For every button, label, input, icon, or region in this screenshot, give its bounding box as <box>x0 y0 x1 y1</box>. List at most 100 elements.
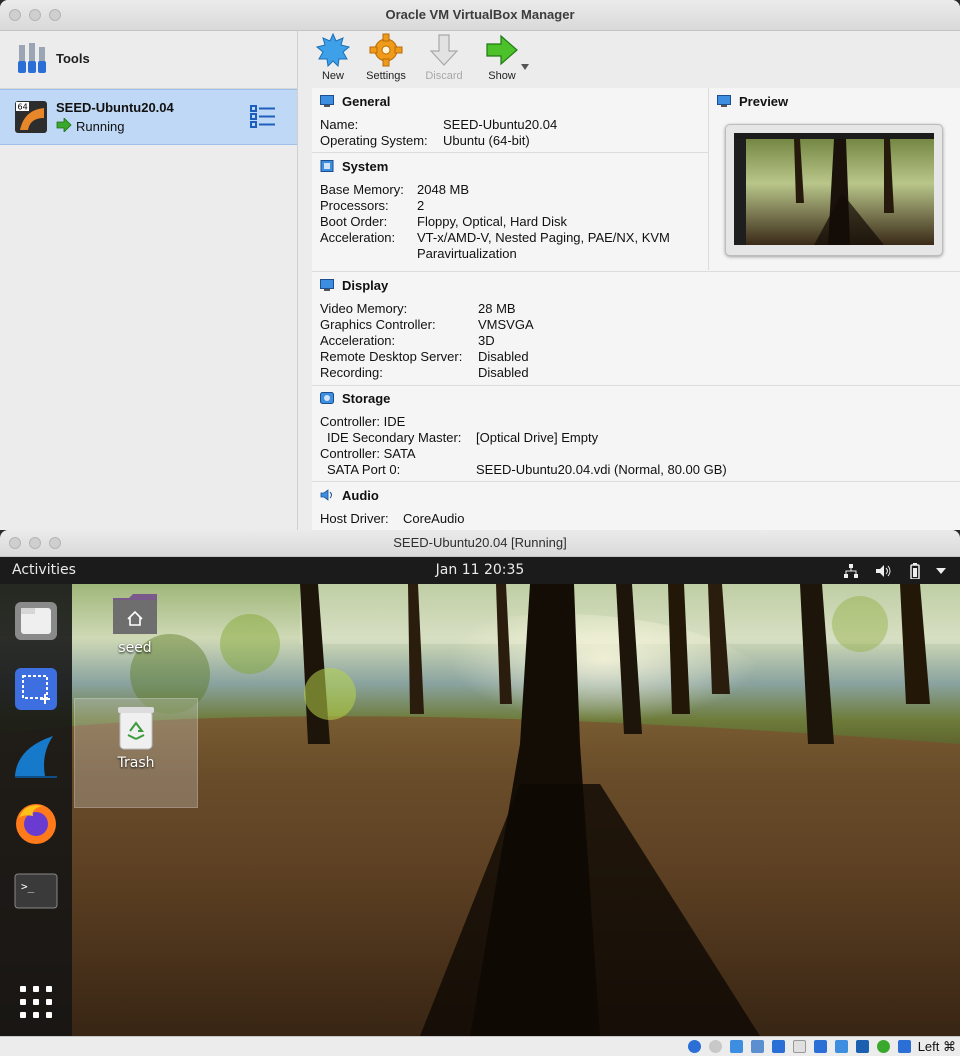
keyboard-capture-status-icon[interactable] <box>898 1040 911 1053</box>
general-os-value: Ubuntu (64-bit) <box>443 133 530 148</box>
audio-status-icon[interactable] <box>730 1040 743 1053</box>
storage-sata-port-value: SEED-Ubuntu20.04.vdi (Normal, 80.00 GB) <box>476 462 727 477</box>
display-rds-label: Remote Desktop Server: <box>320 349 463 364</box>
show-label: Show <box>488 70 516 82</box>
home-folder-icon <box>113 594 157 634</box>
display-header[interactable]: Display <box>320 278 388 293</box>
preview-thumbnail-image <box>734 133 934 245</box>
audio-header[interactable]: Audio <box>320 488 379 503</box>
terminal-app-icon[interactable]: >_ <box>13 868 59 914</box>
show-dropdown-icon[interactable] <box>521 63 529 71</box>
display-title: Display <box>342 278 389 293</box>
discard-button[interactable]: Discard <box>416 33 472 82</box>
machine-menu-icon[interactable] <box>250 104 276 130</box>
running-arrow-icon <box>56 118 72 132</box>
vm-list-item[interactable]: 64 SEED-Ubuntu20.04 Running <box>0 89 297 145</box>
system-header[interactable]: System <box>320 159 388 174</box>
recording-status-icon[interactable] <box>835 1040 848 1053</box>
display-status-icon[interactable] <box>814 1040 827 1053</box>
display-accel-label: Acceleration: <box>320 333 396 348</box>
general-os-label: Operating System: <box>320 133 428 148</box>
show-arrow-icon <box>486 34 518 66</box>
display-icon <box>320 279 334 291</box>
general-header[interactable]: General <box>320 94 390 109</box>
desktop-trash[interactable]: Trash <box>74 698 198 808</box>
machine-list-pane: Tools 64 SEED-Ubuntu20.04 Running <box>0 31 298 530</box>
storage-ide-port-label: IDE Secondary Master: <box>327 430 462 445</box>
storage-section: Storage Controller: IDE IDE Secondary Ma… <box>312 385 960 482</box>
show-button[interactable]: Show <box>474 33 530 82</box>
display-section: Display Video Memory: 28 MB Graphics Con… <box>312 271 960 386</box>
preview-header[interactable]: Preview <box>717 94 788 109</box>
manager-titlebar[interactable]: Oracle VM VirtualBox Manager <box>0 0 960 31</box>
new-button[interactable]: New <box>305 33 361 82</box>
storage-ide-port-value: [Optical Drive] Empty <box>476 430 599 445</box>
show-applications-icon[interactable] <box>13 980 59 1026</box>
settings-button[interactable]: Settings <box>358 33 414 82</box>
svg-text:>_: >_ <box>21 880 35 893</box>
display-recording-label: Recording: <box>320 365 383 380</box>
files-app-icon[interactable] <box>13 598 59 644</box>
preview-frame <box>725 124 943 256</box>
clock[interactable]: Jan 11 20:35 <box>0 562 960 578</box>
gear-icon <box>369 33 403 67</box>
audio-section: Audio Host Driver: CoreAudio <box>312 482 960 530</box>
storage-title: Storage <box>342 391 391 406</box>
details-panel: General Name: SEED-Ubuntu20.04 Operating… <box>312 88 960 530</box>
home-folder-label: seed <box>118 640 152 656</box>
ubuntu-dock: >_ <box>0 584 72 1036</box>
storage-header[interactable]: Storage <box>320 391 390 406</box>
system-tray[interactable] <box>843 563 946 580</box>
guest-desktop[interactable]: >_ seed Trash <box>0 584 960 1036</box>
display-controller-label: Graphics Controller: <box>320 317 436 332</box>
storage-controller-sata: Controller: SATA <box>320 446 416 461</box>
system-section: System Base Memory: 2048 MB Processors: … <box>312 153 708 270</box>
display-rds-value: Disabled <box>478 349 529 364</box>
display-vram-value: 28 MB <box>478 301 516 316</box>
volume-icon <box>875 565 891 577</box>
chevron-down-icon <box>936 568 946 574</box>
network-status-icon[interactable] <box>751 1040 764 1053</box>
guest-window-title: SEED-Ubuntu20.04 [Running] <box>393 535 567 550</box>
trash-label: Trash <box>117 755 155 771</box>
cpu-status-icon[interactable] <box>856 1040 869 1053</box>
vm-state: Running <box>76 119 125 134</box>
firefox-app-icon[interactable] <box>13 800 59 846</box>
wireshark-app-icon[interactable] <box>13 734 59 780</box>
host-key-label[interactable]: Left ⌘ <box>918 1039 956 1055</box>
chip-icon <box>320 160 334 172</box>
settings-label: Settings <box>366 70 406 82</box>
network-icon <box>843 564 858 578</box>
details-pane: New Settings Discard Show General Name: … <box>298 31 960 530</box>
preview-title: Preview <box>739 94 789 109</box>
optical-drive-status-icon[interactable] <box>709 1040 722 1053</box>
general-name-value: SEED-Ubuntu20.04 <box>443 117 558 132</box>
new-icon <box>316 33 350 67</box>
system-memory-label: Base Memory: <box>320 182 404 197</box>
screenshot-app-icon[interactable] <box>13 666 59 712</box>
general-title: General <box>342 94 391 109</box>
system-processors-label: Processors: <box>320 198 389 213</box>
discard-label: Discard <box>425 70 463 82</box>
desktop-home-folder[interactable]: seed <box>104 592 166 656</box>
audio-driver-label: Host Driver: <box>320 511 389 526</box>
mouse-integration-status-icon[interactable] <box>877 1040 890 1053</box>
vm-name: SEED-Ubuntu20.04 <box>56 100 174 115</box>
audio-driver-value: CoreAudio <box>403 511 465 526</box>
battery-icon <box>910 563 920 580</box>
shared-folders-status-icon[interactable] <box>793 1040 806 1053</box>
storage-controller-ide: Controller: IDE <box>320 414 406 429</box>
usb-status-icon[interactable] <box>772 1040 785 1053</box>
tools-icon <box>18 43 46 73</box>
guest-titlebar[interactable]: SEED-Ubuntu20.04 [Running] <box>0 530 960 557</box>
guest-vm-window: SEED-Ubuntu20.04 [Running] Activities Ja… <box>0 530 960 1056</box>
new-label: New <box>321 70 344 82</box>
hard-disk-status-icon[interactable] <box>688 1040 701 1053</box>
audio-title: Audio <box>342 488 379 503</box>
tools-label: Tools <box>56 51 90 66</box>
discard-arrow-icon <box>429 34 459 66</box>
tools-item[interactable]: Tools <box>0 31 297 89</box>
preview-screenshot <box>734 133 934 245</box>
ubuntu-top-bar: Activities Jan 11 20:35 <box>0 557 960 584</box>
display-accel-value: 3D <box>478 333 495 348</box>
